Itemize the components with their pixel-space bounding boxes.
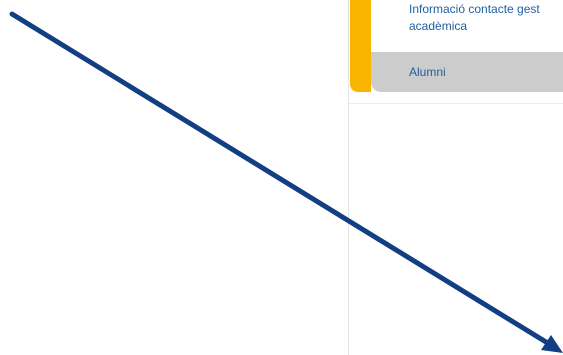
sidebar-item-label: Informació contacte gest — [409, 2, 540, 16]
sidebar-item-alumni[interactable]: Alumni — [371, 52, 563, 92]
sidebar-panel: Informació contacte gest acadèmica Alumn… — [348, 0, 563, 355]
sidebar-menu: Informació contacte gest acadèmica Alumn… — [349, 0, 563, 97]
page: Informació contacte gest acadèmica Alumn… — [0, 0, 563, 355]
sidebar-accent-bar — [350, 0, 371, 92]
menu-divider — [349, 103, 563, 104]
sidebar-item-label: Alumni — [409, 65, 446, 79]
sidebar-item-label-continued: acadèmica — [409, 19, 468, 33]
sidebar-item-contact-info[interactable]: Informació contacte gest acadèmica — [371, 0, 563, 52]
